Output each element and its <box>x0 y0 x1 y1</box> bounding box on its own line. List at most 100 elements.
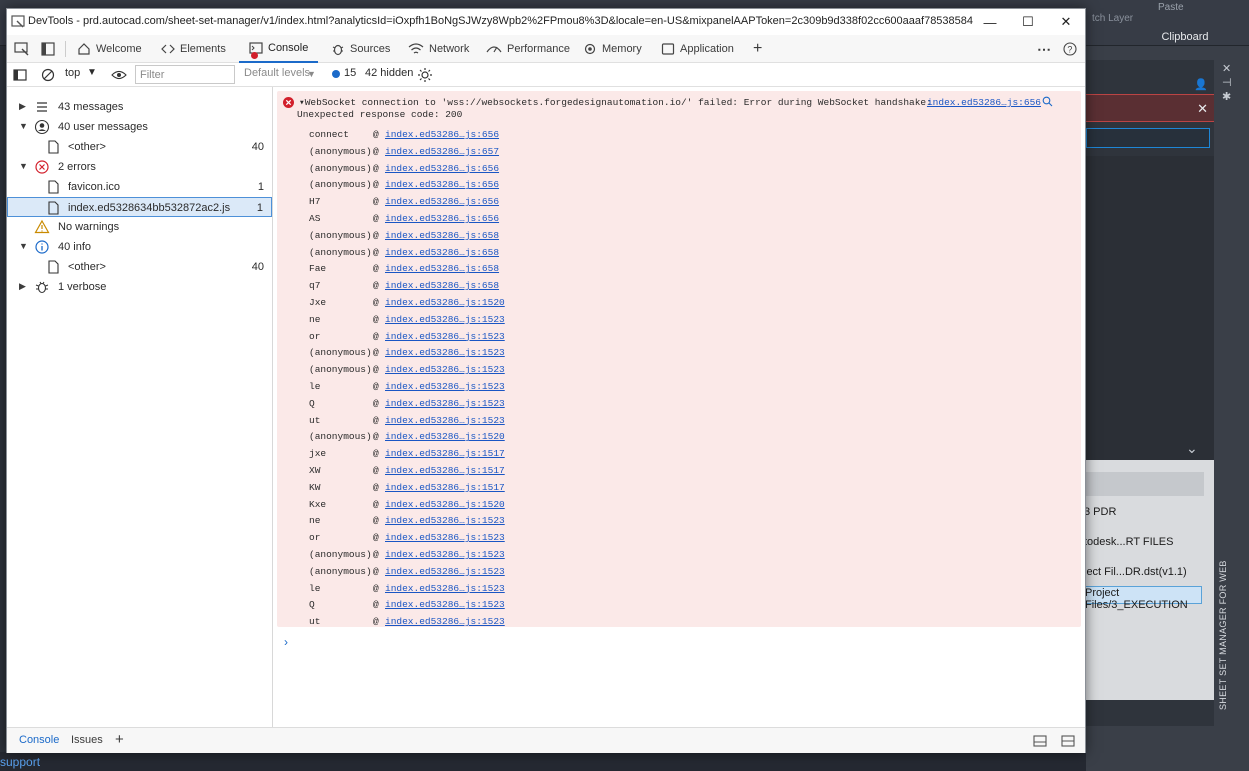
sidebar-item-messages[interactable]: ▶ 43 messages <box>7 97 272 117</box>
frame-source-link[interactable]: index.ed53286…js:1523 <box>385 381 505 392</box>
tab-sources[interactable]: Sources <box>331 35 390 63</box>
expand-icon[interactable]: ▶ <box>19 101 26 112</box>
frame-source-link[interactable]: index.ed53286…js:1523 <box>385 566 505 577</box>
error-message[interactable]: ▾WebSocket connection to 'wss://websocke… <box>277 91 1081 627</box>
close-button[interactable]: ✕ <box>1047 9 1085 35</box>
frame-at: @ <box>373 414 379 426</box>
sidebar-item-errors[interactable]: ▼ 2 errors <box>7 157 272 177</box>
tab-welcome[interactable]: Welcome <box>77 35 142 63</box>
sidebar-toggle-icon[interactable] <box>13 68 27 82</box>
frame-source-link[interactable]: index.ed53286…js:657 <box>385 146 499 157</box>
frame-source-link[interactable]: index.ed53286…js:656 <box>385 129 499 140</box>
frame-source-link[interactable]: index.ed53286…js:1523 <box>385 549 505 560</box>
expand-icon[interactable]: ▶ <box>19 281 26 292</box>
drawer-tab-console[interactable]: Console <box>19 734 59 746</box>
context-select[interactable]: top <box>65 67 80 79</box>
sidebar-item-index-js[interactable]: index.ed5328634bb532872ac2.js 1 <box>7 197 272 217</box>
error-source-link[interactable]: index.ed53286…js:656 <box>927 97 1041 108</box>
add-drawer-tab-button[interactable]: + <box>115 731 124 748</box>
sidebar-item-label: 43 messages <box>58 101 124 113</box>
log-levels-dropdown[interactable]: Default levels <box>244 67 310 79</box>
tab-elements[interactable]: Elements <box>161 35 226 63</box>
search-icon[interactable] <box>1042 96 1053 107</box>
frame-source-link[interactable]: index.ed53286…js:1520 <box>385 297 505 308</box>
more-options-icon[interactable]: ⋯ <box>1037 35 1051 63</box>
frame-source-link[interactable]: index.ed53286…js:1523 <box>385 314 505 325</box>
user-icon[interactable]: 👤 <box>1194 78 1208 91</box>
dock-icon[interactable] <box>1033 735 1047 747</box>
drawer-toggle-icon[interactable] <box>1061 735 1075 747</box>
frame-source-link[interactable]: index.ed53286…js:1517 <box>385 482 505 493</box>
panel-item[interactable]: 3 PDR <box>1084 506 1202 518</box>
sidebar-item-warnings[interactable]: No warnings <box>7 217 272 237</box>
close-icon[interactable]: ✕ <box>1197 101 1208 117</box>
frame-source-link[interactable]: index.ed53286…js:1523 <box>385 415 505 426</box>
help-icon[interactable]: ? <box>1063 35 1082 63</box>
ribbon-batch-layer-label[interactable]: tch Layer <box>1092 13 1133 24</box>
collapse-icon[interactable]: ▼ <box>19 241 28 251</box>
frame-source-link[interactable]: index.ed53286…js:656 <box>385 213 499 224</box>
settings-icon[interactable]: ✱ <box>1222 90 1231 103</box>
gear-icon[interactable] <box>417 67 433 83</box>
frame-source-link[interactable]: index.ed53286…js:1520 <box>385 499 505 510</box>
pin-icon[interactable]: ⊣ <box>1222 76 1232 89</box>
maximize-button[interactable]: ☐ <box>1009 9 1047 35</box>
panel-item[interactable]: ject Fil...DR.dst(v1.1) <box>1084 566 1202 578</box>
tab-network[interactable]: Network <box>408 35 469 63</box>
panel-item-selected[interactable]: Project Files/3_EXECUTION <box>1084 586 1202 611</box>
clear-console-icon[interactable] <box>41 68 55 82</box>
tab-application[interactable]: Application <box>661 35 734 63</box>
frame-source-link[interactable]: index.ed53286…js:658 <box>385 247 499 258</box>
tab-console[interactable]: Console <box>239 35 319 63</box>
inspect-icon[interactable] <box>13 40 31 58</box>
frame-source-link[interactable]: index.ed53286…js:1523 <box>385 364 505 375</box>
sidebar-item-favicon[interactable]: favicon.ico 1 <box>7 177 272 197</box>
frame-source-link[interactable]: index.ed53286…js:656 <box>385 196 499 207</box>
frame-source-link[interactable]: index.ed53286…js:1523 <box>385 331 505 342</box>
console-prompt[interactable]: › <box>284 635 288 649</box>
collapse-icon[interactable]: ▼ <box>19 121 28 131</box>
sidebar-item-verbose[interactable]: ▶ 1 verbose <box>7 277 272 297</box>
stack-frame: Fae @ index.ed53286…js:658 <box>309 263 499 277</box>
sidebar-item-user-messages[interactable]: ▼ 40 user messages <box>7 117 272 137</box>
sidebar-item-other[interactable]: <other> 40 <box>7 257 272 277</box>
filter-input[interactable] <box>135 65 235 84</box>
frame-source-link[interactable]: index.ed53286…js:658 <box>385 263 499 274</box>
frame-source-link[interactable]: index.ed53286…js:1523 <box>385 583 505 594</box>
frame-source-link[interactable]: index.ed53286…js:1517 <box>385 465 505 476</box>
frame-source-link[interactable]: index.ed53286…js:1523 <box>385 347 505 358</box>
frame-source-link[interactable]: index.ed53286…js:1523 <box>385 599 505 610</box>
tab-performance[interactable]: Performance <box>486 35 570 63</box>
close-icon[interactable]: ✕ <box>1222 62 1231 75</box>
frame-source-link[interactable]: index.ed53286…js:658 <box>385 230 499 241</box>
sidebar-item-info[interactable]: ▼ 40 info <box>7 237 272 257</box>
caret-down-icon[interactable]: ▼ <box>307 69 316 79</box>
minimize-button[interactable]: — <box>971 9 1009 35</box>
tab-memory[interactable]: Memory <box>583 35 642 63</box>
device-toolbar-icon[interactable] <box>39 40 57 58</box>
frame-source-link[interactable]: index.ed53286…js:1523 <box>385 515 505 526</box>
frame-source-link[interactable]: index.ed53286…js:658 <box>385 280 499 291</box>
panel-search-field[interactable] <box>1086 128 1210 148</box>
frame-function: or <box>309 330 321 342</box>
frame-source-link[interactable]: index.ed53286…js:656 <box>385 179 499 190</box>
add-tab-button[interactable]: + <box>753 35 762 63</box>
caret-down-icon[interactable]: ▼ <box>87 67 97 78</box>
panel-item[interactable]: todesk...RT FILES <box>1084 536 1202 548</box>
frame-source-link[interactable]: index.ed53286…js:1517 <box>385 448 505 459</box>
bug-icon <box>332 44 344 56</box>
frame-source-link[interactable]: index.ed53286…js:1523 <box>385 398 505 409</box>
eye-icon[interactable] <box>111 69 127 81</box>
drawer-tab-issues[interactable]: Issues <box>71 734 103 746</box>
frame-source-link[interactable]: index.ed53286…js:1523 <box>385 616 505 627</box>
issues-count[interactable]: 15 <box>344 67 356 79</box>
frame-source-link[interactable]: index.ed53286…js:1520 <box>385 431 505 442</box>
frame-source-link[interactable]: index.ed53286…js:656 <box>385 163 499 174</box>
frame-source-link[interactable]: index.ed53286…js:1523 <box>385 532 505 543</box>
support-link[interactable]: support <box>0 755 40 769</box>
frame-at: @ <box>373 196 379 208</box>
collapse-icon[interactable]: ▼ <box>19 161 28 171</box>
sidebar-item-other[interactable]: <other> 40 <box>7 137 272 157</box>
ribbon-paste-label[interactable]: Paste <box>1158 2 1184 13</box>
chevron-down-icon[interactable]: ⌄ <box>1186 440 1198 457</box>
